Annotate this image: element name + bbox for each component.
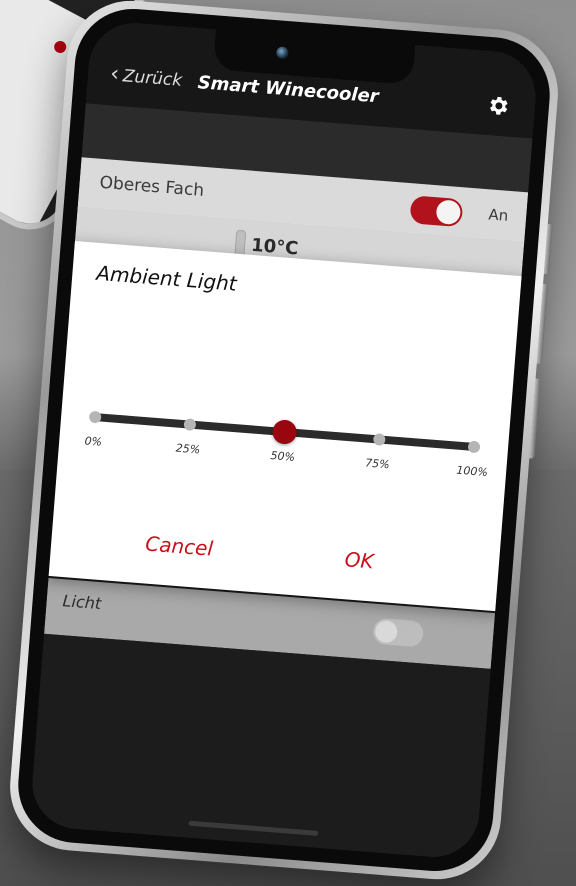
phone-frame: ‹ Zurück Smart Winecooler Oberes Fach An… — [5, 0, 563, 884]
chevron-left-icon: ‹ — [109, 61, 120, 87]
light-toggle[interactable] — [372, 617, 425, 648]
slider-stop-label: 25% — [175, 441, 201, 457]
phone-screen: ‹ Zurück Smart Winecooler Oberes Fach An… — [28, 19, 540, 861]
compartment-label: Oberes Fach — [98, 172, 205, 201]
toggle-knob — [435, 199, 462, 226]
slider-stop[interactable] — [467, 440, 481, 454]
front-camera — [275, 46, 289, 60]
phone-bezel: ‹ Zurück Smart Winecooler Oberes Fach An… — [13, 4, 555, 876]
light-label: Licht — [61, 591, 102, 614]
back-button[interactable]: ‹ Zurück — [109, 61, 183, 91]
slider-stop-label: 100% — [455, 463, 489, 480]
ok-button[interactable]: OK — [344, 547, 375, 573]
dialog-title: Ambient Light — [95, 260, 238, 296]
gear-icon[interactable] — [486, 93, 512, 119]
slider-stop[interactable] — [88, 410, 102, 424]
slider-thumb[interactable] — [271, 419, 298, 445]
slider-stop[interactable] — [183, 418, 197, 432]
toggle-knob — [374, 619, 399, 644]
back-label: Zurück — [122, 66, 183, 91]
side-button-middle — [536, 283, 549, 364]
slider-stop[interactable] — [372, 433, 386, 446]
side-button-bottom — [529, 378, 541, 459]
side-button-top — [543, 224, 553, 275]
cancel-button[interactable]: Cancel — [145, 531, 214, 560]
slider-stop-label: 75% — [364, 456, 391, 472]
ambient-light-dialog: Ambient Light 0% 25% 50% 75% 100% Cancel OK — [42, 240, 528, 612]
ambient-light-slider[interactable]: 0% 25% 50% 75% 100% — [84, 399, 488, 479]
toggle-state-label: An — [487, 205, 509, 225]
slider-stop-label: 50% — [270, 449, 296, 464]
slider-stop-label: 0% — [84, 434, 103, 449]
compartment-toggle[interactable] — [409, 195, 464, 228]
